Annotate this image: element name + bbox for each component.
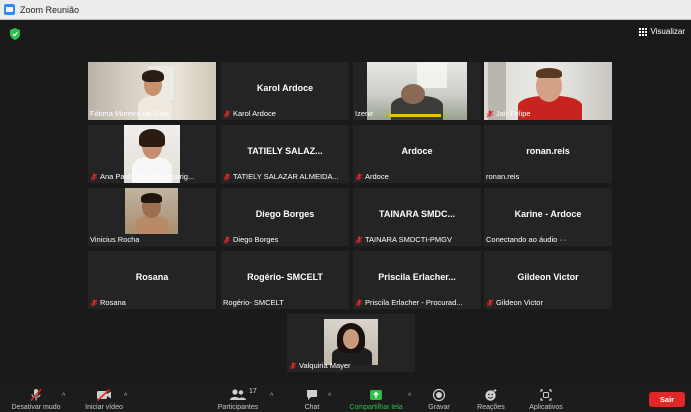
- start-video-button[interactable]: Iniciar vídeo: [82, 385, 126, 412]
- participant-name-label: Karol Ardoce: [223, 109, 276, 118]
- zoom-app-icon: [4, 4, 15, 15]
- participant-display-name: Karol Ardoce: [256, 83, 314, 93]
- video-off-icon: [96, 388, 111, 402]
- participant-name-label: Vinicius Rocha: [90, 235, 140, 244]
- participant-name-label: TATIELY SALAZAR ALMEIDA...: [223, 172, 339, 181]
- participant-tile-gildeon[interactable]: Gildeon Victor Gildeon Victor: [484, 251, 612, 309]
- mic-muted-icon: [355, 299, 363, 306]
- participant-video: [367, 62, 467, 120]
- video-gallery: Visualizar Fátima Moreira da Silva Karol…: [0, 21, 691, 385]
- participant-video: [125, 188, 178, 234]
- participant-name-label: Diego Borges: [223, 235, 278, 244]
- mic-muted-icon: [355, 173, 363, 180]
- participant-video: [324, 319, 378, 365]
- participant-tile-tainara[interactable]: TAINARA SMDC... TAINARA SMDCTI-PMGV: [353, 188, 481, 246]
- participants-options-caret[interactable]: ^: [270, 393, 273, 400]
- participant-display-name: Karine - Ardoce: [514, 209, 582, 219]
- participant-tile-karol[interactable]: Karol Ardoce Karol Ardoce: [221, 62, 349, 120]
- participant-tile-fatima[interactable]: Fátima Moreira da Silva: [88, 62, 216, 120]
- participant-name-label: Izenir: [355, 109, 374, 118]
- share-screen-button[interactable]: Compartilhar tela: [344, 385, 408, 412]
- participant-name-label: Jair Felipe: [486, 109, 531, 118]
- apps-icon: [540, 389, 552, 401]
- unmute-button[interactable]: Desativar mudo: [8, 385, 64, 412]
- window-title: Zoom Reunião: [20, 4, 80, 15]
- view-button[interactable]: Visualizar: [639, 27, 685, 36]
- grid-view-icon: [639, 27, 648, 36]
- participant-name-label: Gildeon Victor: [486, 298, 543, 307]
- reactions-button[interactable]: Reações: [474, 385, 508, 412]
- participant-display-name: TATIELY SALAZ...: [247, 146, 323, 156]
- mic-muted-icon: [486, 110, 494, 117]
- participant-display-name: Priscila Erlacher...: [378, 272, 456, 282]
- participant-tile-ronan[interactable]: ronan.reis ronan.reis: [484, 125, 612, 183]
- participant-tile-diego[interactable]: Diego Borges Diego Borges: [221, 188, 349, 246]
- participant-display-name: Ardoce: [401, 146, 433, 156]
- participant-name-label: ronan.reis: [486, 172, 520, 181]
- chat-button[interactable]: Chat: [298, 385, 326, 412]
- participant-tile-izenir[interactable]: Izenir: [353, 62, 481, 120]
- participant-tile-vinicius[interactable]: Vinicius Rocha: [88, 188, 216, 246]
- participant-tile-ardoce[interactable]: Ardoce Ardoce: [353, 125, 481, 183]
- participant-tile-ana-paula[interactable]: Ana Paula Miranda Rodrig...: [88, 125, 216, 183]
- participant-name-label: Valquiria Mayer: [289, 361, 351, 370]
- mic-muted-icon: [355, 236, 363, 243]
- chat-icon: [307, 390, 317, 400]
- participant-name-label: Rosana: [90, 298, 126, 307]
- mic-muted-icon: [486, 299, 494, 306]
- leave-meeting-button[interactable]: Sair: [649, 392, 685, 407]
- shield-check-icon[interactable]: [10, 28, 20, 40]
- participant-tile-valquiria[interactable]: Valquiria Mayer: [287, 314, 415, 372]
- mic-muted-icon: [223, 110, 231, 117]
- participant-display-name: Rosana: [135, 272, 169, 282]
- participant-display-name: ronan.reis: [526, 146, 570, 156]
- record-button[interactable]: Gravar: [424, 385, 454, 412]
- mic-muted-icon: [90, 299, 98, 306]
- share-screen-icon: [370, 390, 382, 400]
- mic-muted-icon: [90, 173, 98, 180]
- participant-tile-karine[interactable]: Karine - Ardoce Conectando ao áudio ···: [484, 188, 612, 246]
- mic-muted-icon: [289, 362, 297, 369]
- reactions-icon: [485, 389, 497, 401]
- chat-options-caret[interactable]: ^: [328, 393, 331, 400]
- participant-tile-jair[interactable]: Jair Felipe: [484, 62, 612, 120]
- record-icon: [432, 388, 446, 402]
- participant-display-name: Gildeon Victor: [517, 272, 579, 282]
- participant-name-label: TAINARA SMDCTI-PMGV: [355, 235, 452, 244]
- participants-count-badge: 17: [249, 388, 257, 395]
- participant-name-label: Conectando ao áudio ···: [486, 235, 567, 244]
- apps-button[interactable]: Aplicativos: [524, 385, 568, 412]
- participant-display-name: Diego Borges: [255, 209, 315, 219]
- participant-tile-priscila[interactable]: Priscila Erlacher... Priscila Erlacher -…: [353, 251, 481, 309]
- participant-name-label: Ardoce: [355, 172, 389, 181]
- participant-name-label: Ana Paula Miranda Rodrig...: [90, 172, 194, 181]
- mic-muted-icon: [223, 173, 231, 180]
- participant-tile-rosana[interactable]: Rosana Rosana: [88, 251, 216, 309]
- participant-tile-tatiely[interactable]: TATIELY SALAZ... TATIELY SALAZAR ALMEIDA…: [221, 125, 349, 183]
- video-options-caret[interactable]: ^: [124, 393, 127, 400]
- mic-muted-icon: [30, 388, 42, 402]
- participant-tile-rogerio[interactable]: Rogério- SMCELT Rogério- SMCELT: [221, 251, 349, 309]
- participant-display-name: TAINARA SMDC...: [379, 209, 455, 219]
- mic-muted-icon: [223, 236, 231, 243]
- share-options-caret[interactable]: ^: [408, 393, 411, 400]
- participants-icon: [230, 389, 246, 400]
- participant-display-name: Rogério- SMCELT: [247, 272, 323, 282]
- view-button-label: Visualizar: [650, 27, 685, 36]
- participant-name-label: Fátima Moreira da Silva: [90, 109, 170, 118]
- window-titlebar: Zoom Reunião: [0, 0, 691, 20]
- participant-name-label: Rogério- SMCELT: [223, 298, 284, 307]
- participant-name-label: Priscila Erlacher - Procurad...: [355, 298, 463, 307]
- meeting-toolbar: Desativar mudo ^ Iniciar vídeo ^ Partici…: [0, 385, 691, 412]
- audio-options-caret[interactable]: ^: [62, 393, 65, 400]
